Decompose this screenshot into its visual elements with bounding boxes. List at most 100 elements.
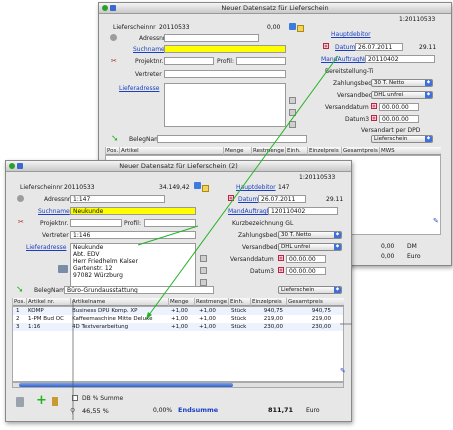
front-zahlung-select[interactable]: 30 T. Netto ◆ <box>278 231 342 239</box>
calendar-icon-front-3[interactable]: ▦ <box>278 267 284 273</box>
front-versanddatum-field[interactable]: 00.00.00 <box>286 255 326 263</box>
back-ls-value: 20110533 <box>159 24 190 31</box>
front-projekt-field[interactable] <box>70 219 122 227</box>
front-versand-select[interactable]: DHL unfrei ◆ <box>278 243 342 251</box>
edit-icon-3[interactable] <box>289 121 296 128</box>
calendar-icon-front[interactable]: ▦ <box>228 195 234 201</box>
pencil-icon-front[interactable]: ✎ <box>340 367 347 375</box>
person-icon-front <box>17 195 24 202</box>
front-mandauftrag-field[interactable]: 120110402 <box>268 207 338 215</box>
front-hauptdebitor-label[interactable]: Hauptdebitor <box>236 184 276 191</box>
front-table-body[interactable]: 1 KOMP Business DPU Komp. XP +1,00 +1,00… <box>12 306 344 382</box>
back-profil-field[interactable] <box>236 57 286 65</box>
back-versanddatum-field[interactable]: 00.00.00 <box>379 103 419 111</box>
trash-icon[interactable] <box>16 397 24 407</box>
calendar-icon-2[interactable]: ▦ <box>371 103 377 109</box>
row-nr: 1-PM Bud OC <box>28 316 64 322</box>
front-datum-label[interactable]: Datum <box>238 196 258 203</box>
front-col-artikelname[interactable]: Artikelname <box>70 298 168 306</box>
tool-icon[interactable] <box>52 397 58 406</box>
back-datum-field[interactable]: 26.07.2011 <box>355 43 403 51</box>
document-icon[interactable] <box>297 25 304 32</box>
scrollbar-thumb[interactable] <box>19 383 233 387</box>
front-hauptdebitor-value: 147 <box>278 184 290 191</box>
front-datum3-field[interactable]: 00.00.00 <box>286 267 326 275</box>
front-vertreter-field[interactable]: 1:146 <box>70 231 196 239</box>
back-versanddatum-label: Versanddatum <box>325 104 369 111</box>
back-col-gesamtpreis[interactable]: Gesamtpreis <box>341 147 379 155</box>
search-icon[interactable]: ⚲ <box>70 407 77 415</box>
calendar-icon-3[interactable]: ▦ <box>371 115 377 121</box>
back-belegname-field[interactable] <box>157 135 307 143</box>
back-suchname-field[interactable] <box>164 45 286 53</box>
edit-icon-front-3[interactable] <box>200 279 207 286</box>
front-profil-field[interactable] <box>144 219 196 227</box>
front-adress-field[interactable]: 1:147 <box>70 195 165 203</box>
edit-icon-front[interactable] <box>200 255 207 262</box>
document-icon-front[interactable] <box>202 185 209 192</box>
pencil-icon[interactable]: ✎ <box>433 217 440 225</box>
front-datum-field[interactable]: 26.07.2011 <box>258 195 306 203</box>
back-bereitstellung-label: Bereitstellung-Ti <box>325 68 374 75</box>
back-titlebar: Neuer Datensatz für Lieferschein <box>99 3 451 14</box>
back-lieferschein-select[interactable]: Lieferschein ◆ <box>371 135 433 143</box>
back-projekt-field[interactable] <box>164 57 214 65</box>
back-col-restmenge[interactable]: Restmenge <box>251 147 285 155</box>
edit-icon[interactable] <box>289 97 296 104</box>
front-col-menge[interactable]: Menge <box>168 298 194 306</box>
folder-icon-front[interactable] <box>194 182 201 189</box>
front-suchname-label[interactable]: Suchname <box>38 208 70 215</box>
back-col-mws[interactable]: MWS <box>379 147 409 155</box>
front-suchname-field[interactable]: Neukunde <box>70 207 196 215</box>
edit-icon-2[interactable] <box>289 109 296 116</box>
table-row[interactable]: 1 KOMP Business DPU Komp. XP +1,00 +1,00… <box>13 307 343 315</box>
back-versand-select[interactable]: DHL unfrei ◆ <box>371 91 433 99</box>
back-col-einzelpreis[interactable]: Einzelpreis <box>307 147 341 155</box>
front-lieferadresse-box[interactable]: Neukunde Abt. EDV Herr Friedhelm Kalser … <box>70 243 196 289</box>
back-datum-label[interactable]: Datum <box>335 44 355 51</box>
edit-icon-front-2[interactable] <box>200 267 207 274</box>
front-mandauftrag-label[interactable]: MandAuftragNr <box>228 208 274 215</box>
front-adress-label: Adressnr. <box>44 196 72 203</box>
table-row[interactable]: 3 1:16 4D Textverarbeitung +1,00 +1,00 S… <box>13 323 343 331</box>
front-col-einzelpreis[interactable]: Einzelpreis <box>250 298 286 306</box>
row-pos: 3 <box>16 324 20 330</box>
front-time: 29.11 <box>326 196 344 203</box>
back-col-menge[interactable]: Menge <box>223 147 251 155</box>
back-adress-label: Adressnr. <box>139 35 167 42</box>
front-col-gesamtpreis[interactable]: Gesamtpreis <box>286 298 336 306</box>
front-col-artikelnr[interactable]: Artikel nr. <box>26 298 70 306</box>
add-icon[interactable]: + <box>36 394 47 407</box>
back-adress-field[interactable] <box>164 34 259 42</box>
front-col-restmenge[interactable]: Restmenge <box>194 298 228 306</box>
row-pos: 2 <box>16 316 20 322</box>
address-line-4: Gartenstr. 12 <box>73 265 113 272</box>
front-lieferadresse-label[interactable]: Lieferadresse <box>26 244 66 251</box>
front-lieferschein-select[interactable]: Lieferschein ◆ <box>278 286 342 294</box>
back-datum3-field[interactable]: 00.00.00 <box>379 115 419 123</box>
calendar-icon[interactable]: ▦ <box>323 43 329 49</box>
calendar-icon-front-2[interactable]: ▦ <box>278 255 284 261</box>
back-zahlung-select[interactable]: 30 T. Netto ◆ <box>371 79 433 87</box>
green-arrow-icon[interactable]: ➘ <box>111 134 119 144</box>
back-vertreter-field[interactable] <box>164 70 286 78</box>
back-time: 29.11 <box>419 44 437 51</box>
table-row[interactable]: 2 1-PM Bud OC Kaffeemaschine Mitte Delux… <box>13 315 343 323</box>
back-col-pos[interactable]: Pos. <box>105 147 119 155</box>
back-hauptdebitor-label[interactable]: Hauptdebitor <box>331 31 371 38</box>
front-currency: Euro <box>306 407 320 414</box>
back-col-einh[interactable]: Einh. <box>285 147 307 155</box>
front-col-einh[interactable]: Einh. <box>228 298 250 306</box>
front-belegname-field[interactable]: Büro-Grundausstattung <box>64 286 214 294</box>
horizontal-scrollbar[interactable] <box>12 382 344 388</box>
green-arrow-icon-front[interactable]: ➘ <box>16 285 24 295</box>
back-lieferadresse-label[interactable]: Lieferadresse <box>119 85 159 92</box>
back-lieferadresse-box[interactable] <box>164 83 286 127</box>
back-mandauftrag-field[interactable]: 20110402 <box>365 55 435 63</box>
front-col-pos[interactable]: Pos. <box>12 298 26 306</box>
back-mandauftrag-label[interactable]: MandAuftragNr <box>321 56 367 63</box>
back-col-artikel[interactable]: Artikel <box>119 147 169 155</box>
row-einh: Stück <box>231 316 247 322</box>
folder-icon[interactable] <box>289 23 296 30</box>
back-suchname-label[interactable]: Suchname <box>133 46 165 53</box>
